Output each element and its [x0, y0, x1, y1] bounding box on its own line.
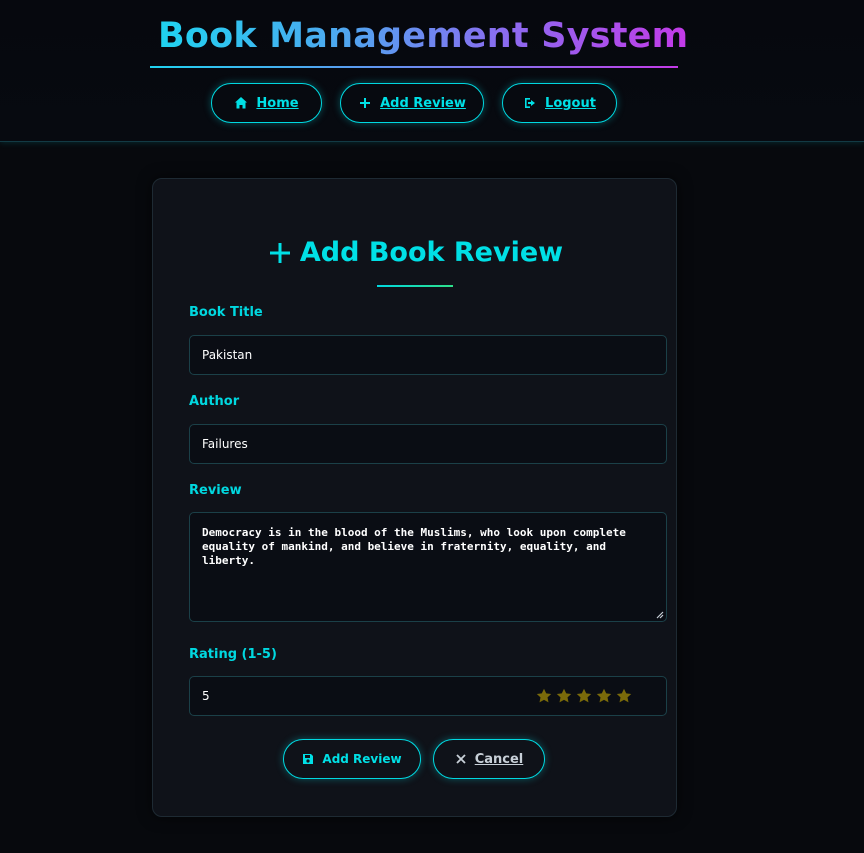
nav-add-review-button[interactable]: Add Review	[340, 83, 484, 123]
star-icon[interactable]	[536, 688, 552, 704]
nav-logout-button[interactable]: Logout	[502, 83, 617, 123]
review-textarea[interactable]: Democracy is in the blood of the Muslims…	[189, 512, 667, 622]
author-label: Author	[189, 394, 240, 409]
nav-home-label: Home	[256, 95, 299, 111]
rating-label: Rating (1-5)	[189, 647, 277, 662]
cancel-label: Cancel	[474, 751, 524, 767]
review-label: Review	[189, 483, 242, 498]
nav-logout-label: Logout	[545, 95, 596, 111]
heading-underline	[377, 285, 453, 287]
logout-icon	[525, 98, 536, 108]
review-value: Democracy is in the blood of the Muslims…	[202, 526, 626, 567]
form-heading: Add Book Review	[153, 237, 678, 268]
nav-home-button[interactable]: Home	[211, 83, 322, 123]
app-title: Book Management System	[150, 16, 688, 56]
rating-stars	[536, 688, 632, 704]
add-review-submit-button[interactable]: Add Review	[283, 739, 421, 779]
app-title-text: Book Management System	[158, 16, 689, 56]
close-icon	[456, 754, 466, 764]
author-value: Failures	[202, 437, 248, 451]
star-icon[interactable]	[556, 688, 572, 704]
star-icon[interactable]	[576, 688, 592, 704]
home-icon	[235, 97, 248, 109]
rating-input[interactable]: 5	[189, 676, 667, 716]
rating-value: 5	[202, 689, 210, 703]
nav-bar: Home Add Review Logout	[0, 83, 864, 123]
form-heading-text: Add Book Review	[299, 237, 564, 268]
header-bar: Book Management System Home Add Review L…	[0, 0, 864, 142]
add-review-submit-label: Add Review	[322, 752, 402, 766]
app-title-block: Book Management System	[150, 16, 688, 70]
book-title-input[interactable]: Pakistan	[189, 335, 667, 375]
book-title-label: Book Title	[189, 305, 263, 320]
resize-handle-icon[interactable]	[654, 609, 664, 619]
star-icon[interactable]	[616, 688, 632, 704]
nav-add-review-label: Add Review	[380, 95, 466, 111]
plus-icon	[360, 98, 371, 108]
cancel-button[interactable]: Cancel	[433, 739, 545, 779]
review-form-card: Add Book Review Book Title Pakistan Auth…	[152, 178, 677, 817]
save-icon	[303, 754, 314, 764]
star-icon[interactable]	[596, 688, 612, 704]
book-title-value: Pakistan	[202, 348, 253, 362]
title-underline	[150, 66, 678, 68]
plus-icon	[269, 242, 290, 263]
author-input[interactable]: Failures	[189, 424, 667, 464]
